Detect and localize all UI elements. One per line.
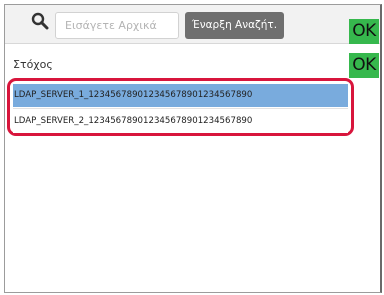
- search-icon[interactable]: [31, 12, 49, 30]
- target-ok-button[interactable]: OK: [349, 53, 379, 78]
- search-toolbar: Εισάγετε Αρχικά Έναρξη Αναζήτ.: [5, 5, 380, 44]
- server-list: LDAP_SERVER_1_12345678901234567890123456…: [7, 78, 354, 136]
- list-item-ldap-server-2[interactable]: LDAP_SERVER_2_12345678901234567890123456…: [13, 110, 348, 133]
- search-input[interactable]: Εισάγετε Αρχικά: [55, 12, 179, 39]
- list-item-ldap-server-1[interactable]: LDAP_SERVER_1_12345678901234567890123456…: [13, 84, 348, 107]
- ok-button[interactable]: OK: [349, 19, 379, 44]
- start-search-button[interactable]: Έναρξη Αναζήτ.: [185, 12, 284, 39]
- address-panel: Εισάγετε Αρχικά Έναρξη Αναζήτ. OK Στόχος…: [4, 4, 382, 293]
- target-label: Στόχος: [13, 58, 53, 71]
- row-divider: [13, 108, 348, 109]
